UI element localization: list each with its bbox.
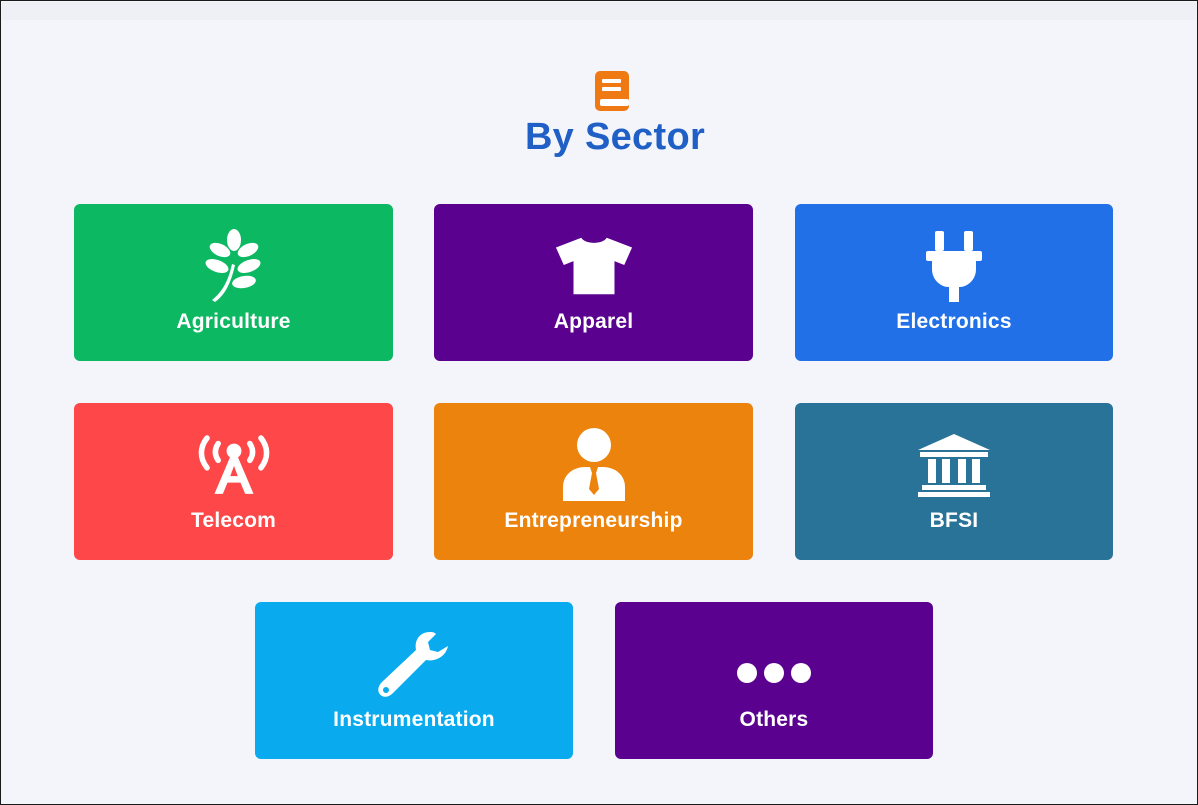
sector-tile-apparel[interactable]: Apparel <box>434 204 753 361</box>
broadcast-tower-icon <box>194 425 274 505</box>
sector-tile-electronics[interactable]: Electronics <box>795 204 1113 361</box>
sector-label: Entrepreneurship <box>504 509 683 532</box>
sector-tile-telecom[interactable]: Telecom <box>74 403 393 560</box>
tshirt-icon <box>554 226 634 306</box>
bank-icon <box>914 425 994 505</box>
top-strip <box>2 2 1196 20</box>
sector-label: Others <box>739 708 809 731</box>
sector-label: Telecom <box>190 509 277 532</box>
book-icon <box>593 70 633 112</box>
sector-label: Agriculture <box>176 310 291 333</box>
wrench-icon <box>374 624 454 704</box>
page-title: By Sector <box>524 116 706 158</box>
businessman-icon <box>554 425 634 505</box>
sector-label: Instrumentation <box>333 708 495 731</box>
plug-icon <box>914 226 994 306</box>
sector-tile-entrepreneurship[interactable]: Entrepreneurship <box>434 403 753 560</box>
leaf-icon <box>194 226 274 306</box>
ellipsis-icon <box>734 624 814 704</box>
sector-label: BFSI <box>929 509 979 532</box>
sector-label: Electronics <box>896 310 1012 333</box>
sector-tile-agriculture[interactable]: Agriculture <box>74 204 393 361</box>
sector-tile-bfsi[interactable]: BFSI <box>795 403 1113 560</box>
sector-label: Apparel <box>553 310 634 333</box>
sector-tile-instrumentation[interactable]: Instrumentation <box>255 602 573 759</box>
sector-tile-others[interactable]: Others <box>615 602 933 759</box>
